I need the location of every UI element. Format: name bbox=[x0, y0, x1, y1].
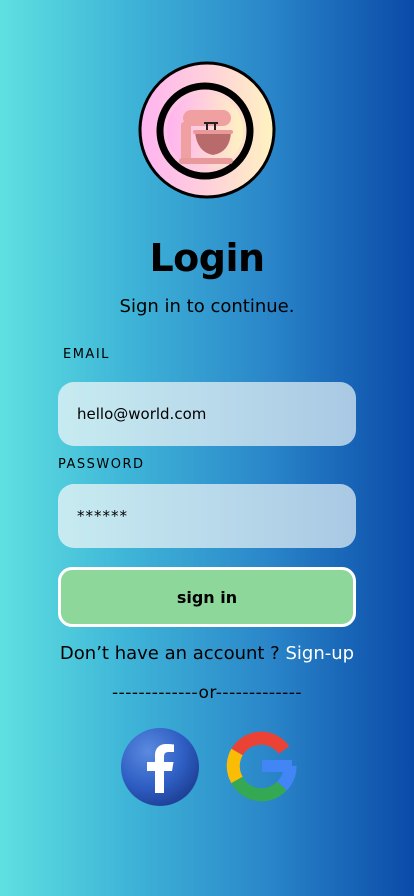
sign-in-button[interactable]: sign in bbox=[58, 567, 356, 627]
app-logo bbox=[137, 60, 277, 200]
signup-prompt: Don’t have an account ? bbox=[59, 643, 286, 664]
sign-in-button-label: sign in bbox=[176, 587, 238, 607]
email-label: EMAIL bbox=[63, 347, 110, 362]
email-field[interactable]: hello@world.com bbox=[58, 382, 356, 446]
login-screen: Login Sign in to continue. EMAIL hello@w… bbox=[0, 0, 414, 896]
signup-link[interactable]: Sign-up bbox=[285, 643, 354, 664]
signup-row: Don’t have an account ? Sign-up bbox=[0, 643, 414, 664]
password-label: PASSWORD bbox=[58, 457, 145, 472]
facebook-login-button[interactable] bbox=[120, 727, 200, 807]
facebook-icon bbox=[121, 728, 199, 806]
or-divider: -------------or------------- bbox=[111, 683, 303, 703]
page-subtitle: Sign in to continue. bbox=[119, 296, 295, 317]
password-field[interactable]: ****** bbox=[58, 484, 356, 548]
email-value: hello@world.com bbox=[77, 405, 207, 423]
stand-mixer-icon bbox=[138, 61, 276, 199]
google-icon bbox=[226, 731, 297, 802]
google-login-button[interactable] bbox=[224, 728, 300, 804]
page-title: Login bbox=[149, 236, 265, 280]
password-value: ****** bbox=[77, 507, 128, 525]
